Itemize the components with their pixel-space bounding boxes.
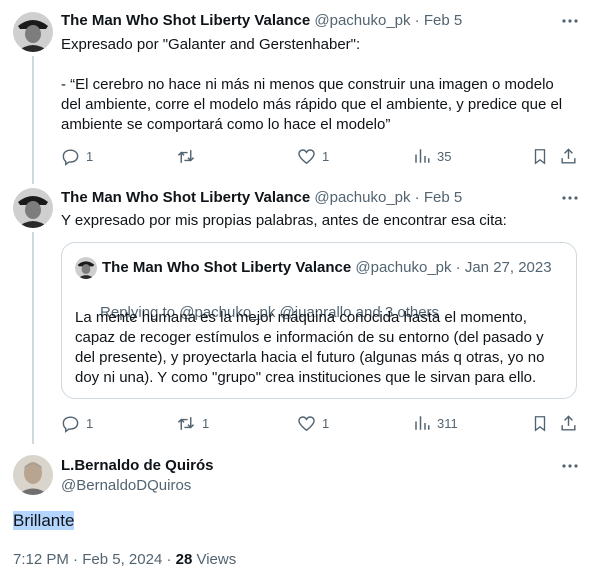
tweet-text-line: ambiente se comportará como lo hace el m… [61, 116, 391, 133]
more-icon [562, 464, 578, 468]
thread-line [32, 56, 34, 184]
retweet-count: 1 [202, 415, 210, 431]
author-name[interactable]: The Man Who Shot Liberty Valance [61, 12, 310, 29]
retweet-button[interactable]: 1 [176, 411, 209, 435]
views-icon [415, 149, 430, 163]
retweet-icon [177, 149, 195, 163]
quote-avatar [75, 257, 97, 279]
quote-text-line: doy ni una). Y como "grupo" crea institu… [75, 369, 537, 386]
quoted-tweet[interactable]: The Man Who Shot Liberty Valance @pachuk… [61, 242, 577, 399]
reply-button[interactable]: 1 [61, 144, 93, 168]
author-handle[interactable]: @pachuko_pk [314, 189, 410, 206]
author-handle[interactable]: @BernaldoDQuiros [61, 476, 191, 496]
share-icon [561, 147, 576, 164]
author-handle[interactable]: @pachuko_pk [314, 12, 410, 29]
like-count: 1 [322, 148, 330, 164]
separator: · [166, 551, 172, 568]
author-name[interactable]: The Man Who Shot Liberty Valance [61, 189, 310, 206]
retweet-icon [177, 416, 195, 430]
tweet-text-line: Expresado por "Galanter and Gerstenhaber… [61, 36, 361, 53]
more-icon [562, 196, 578, 200]
tweet-meta: 7:12 PM · Feb 5, 2024 · 28 Views [13, 550, 236, 570]
more-button[interactable] [558, 456, 582, 476]
reply-count: 1 [86, 415, 94, 431]
separator: · [73, 551, 79, 568]
avatar[interactable] [13, 188, 53, 228]
like-button[interactable]: 1 [297, 411, 329, 435]
views-icon [415, 416, 430, 430]
quote-author-name: The Man Who Shot Liberty Valance [102, 259, 352, 276]
reply-button[interactable]: 1 [61, 411, 93, 435]
avatar[interactable] [13, 12, 53, 52]
selected-text: Brillante [13, 511, 75, 530]
share-button[interactable] [559, 411, 578, 435]
like-icon [298, 148, 315, 164]
retweet-button[interactable] [176, 144, 202, 168]
like-icon [298, 415, 315, 431]
quote-text-line: La mente humana es la mejor máquina cono… [75, 309, 527, 326]
reply-icon [62, 148, 79, 166]
views-button[interactable]: 35 [413, 144, 451, 168]
quote-header: The Man Who Shot Liberty Valance @pachuk… [102, 258, 552, 278]
share-icon [561, 414, 576, 431]
reply-count: 1 [86, 148, 94, 164]
like-count: 1 [322, 415, 330, 431]
views-button[interactable]: 311 [413, 411, 458, 435]
author-name[interactable]: L.Bernaldo de Quirós [61, 456, 214, 476]
share-button[interactable] [559, 144, 578, 168]
tweet-actions: 1 1 35 [61, 144, 601, 168]
bookmark-icon [534, 148, 546, 165]
tweet-text-line: Y expresado por mis propias palabras, an… [61, 212, 507, 229]
views-label: Views [196, 551, 237, 568]
more-button[interactable] [558, 188, 582, 208]
thread-line [32, 232, 34, 444]
more-icon [562, 19, 578, 23]
views-count: 311 [437, 415, 458, 431]
tweet-date[interactable]: Feb 5, 2024 [82, 551, 162, 568]
tweet-text: Brillante [13, 509, 75, 533]
tweet-time[interactable]: 7:12 PM [13, 551, 69, 568]
quote-text-line: del presente), y proyectarla hacia el fu… [75, 349, 545, 366]
like-button[interactable]: 1 [297, 144, 329, 168]
tweet-header: The Man Who Shot Liberty Valance @pachuk… [61, 188, 462, 208]
tweet-text-line: - “El cerebro no hace ni más ni menos qu… [61, 76, 554, 93]
bookmark-button[interactable] [531, 144, 549, 168]
bookmark-icon [534, 415, 546, 432]
separator: · [455, 259, 461, 276]
views-count: 35 [437, 148, 452, 164]
more-button[interactable] [558, 11, 582, 31]
tweet-header: The Man Who Shot Liberty Valance @pachuk… [61, 11, 462, 31]
tweet-actions: 1 1 1 311 [61, 411, 601, 435]
tweet-text-line: del ambiente, corre el modelo más rápido… [61, 96, 563, 113]
views-count: 28 [175, 551, 193, 568]
bookmark-button[interactable] [531, 411, 549, 435]
avatar[interactable] [13, 455, 53, 495]
tweet-date[interactable]: Feb 5 [424, 189, 462, 206]
reply-icon [62, 415, 79, 433]
separator: · [414, 12, 420, 29]
quote-date: Jan 27, 2023 [464, 259, 552, 276]
tweet-date[interactable]: Feb 5 [424, 12, 462, 29]
separator: · [414, 189, 420, 206]
quote-author-handle: @pachuko_pk [355, 259, 452, 276]
quote-text-line: capaz de recoger estímulos e información… [75, 329, 544, 346]
